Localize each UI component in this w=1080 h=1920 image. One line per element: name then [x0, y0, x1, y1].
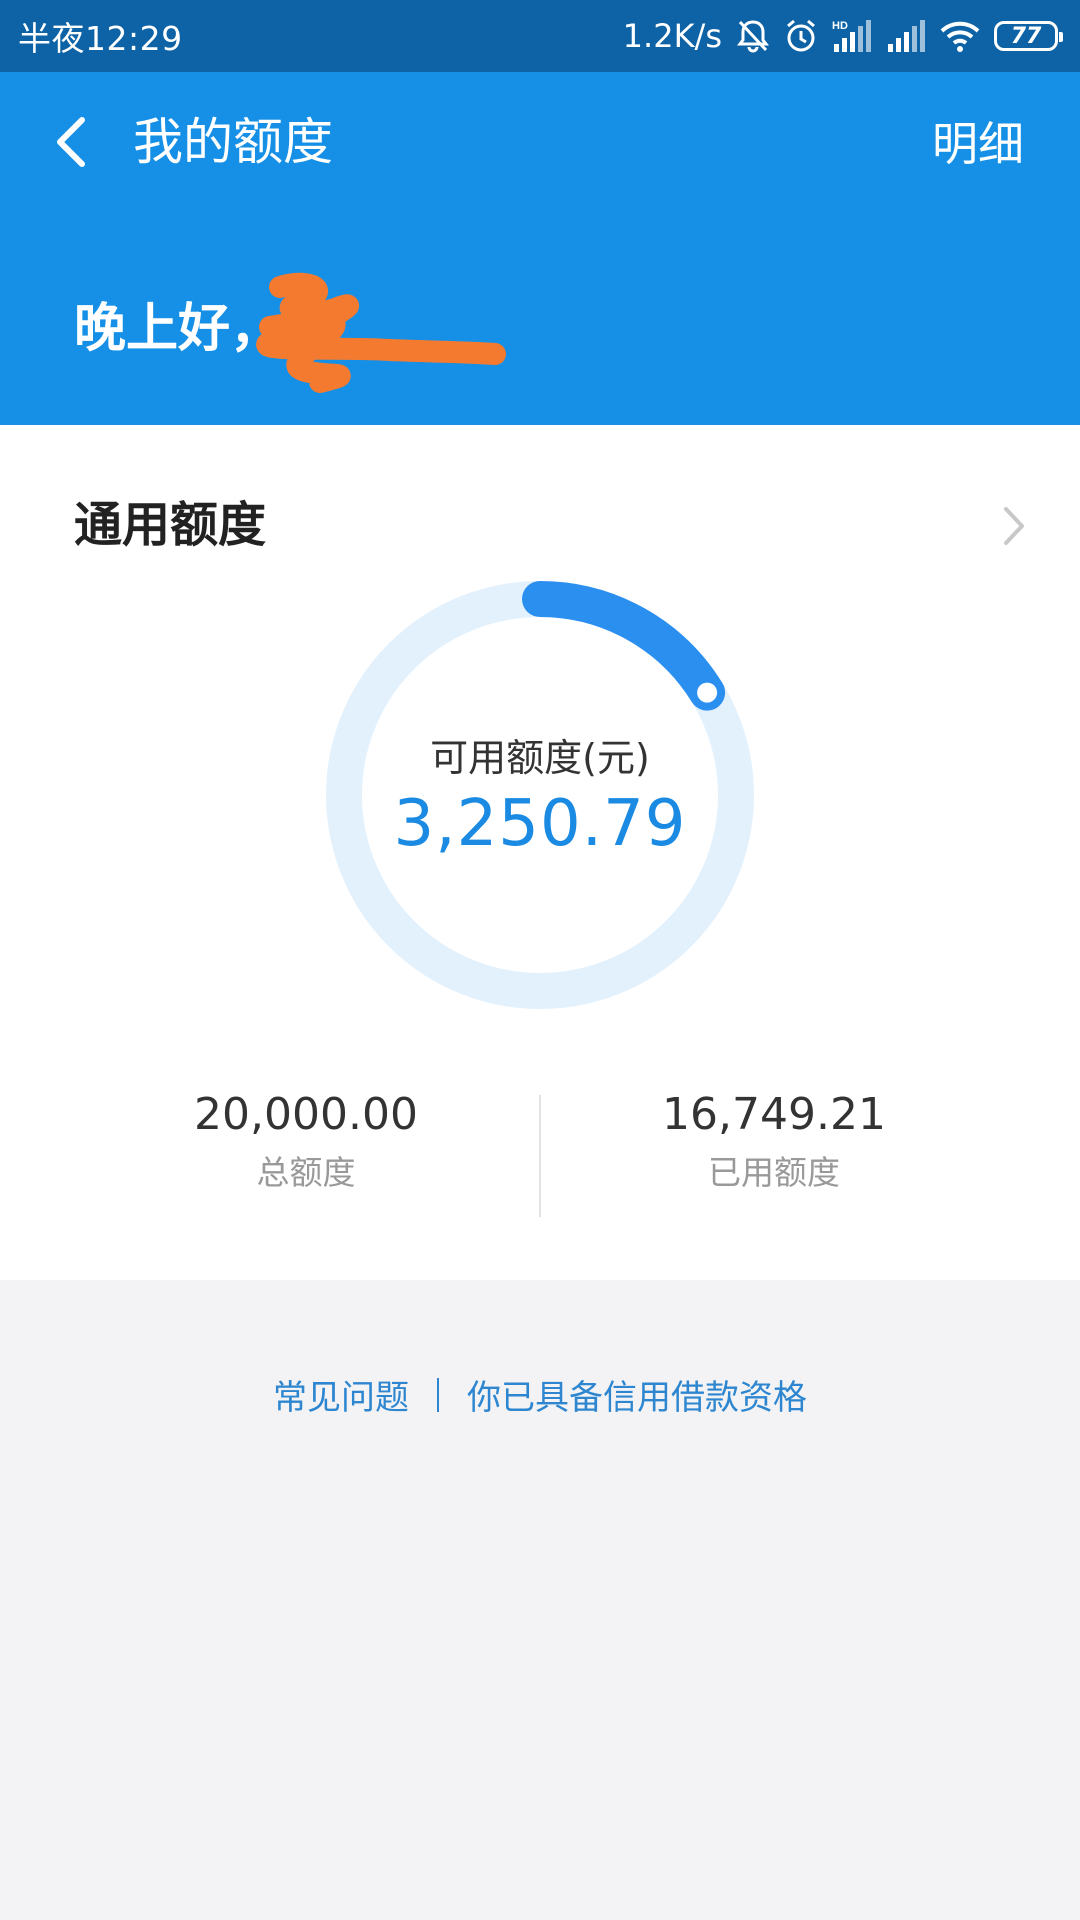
available-value: 3,250.79 — [393, 787, 687, 861]
status-icons: 1.2K/s HD 77 — [622, 17, 1063, 55]
chevron-right-icon[interactable] — [994, 501, 1034, 551]
page-title: 我的额度 — [133, 113, 333, 171]
credit-ring: 可用额度(元) 3,250.79 — [320, 575, 760, 1015]
hd-signal-icon: HD — [832, 18, 872, 54]
total-label: 总额度 — [256, 1153, 356, 1192]
total-value: 20,000.00 — [194, 1089, 418, 1140]
signal-icon — [886, 18, 926, 54]
wifi-icon — [940, 19, 980, 53]
status-time: 半夜12:29 — [18, 19, 183, 58]
status-bar: 半夜12:29 1.2K/s HD 77 — [0, 0, 1080, 72]
used-label: 已用额度 — [708, 1153, 840, 1192]
header: 我的额度 明细 晚上好， — [0, 72, 1080, 425]
credit-card-panel[interactable]: 通用额度 可用额度(元) 3,250.79 20,000.00 总额度 16,7… — [0, 425, 1080, 1280]
screen: 半夜12:29 1.2K/s HD 77 我的额度 明细 晚上好， 通用额度 可… — [0, 0, 1080, 1920]
eligibility-link[interactable]: 你已具备信用借款资格 — [467, 1370, 807, 1419]
detail-button[interactable]: 明细 — [932, 112, 1024, 176]
credit-stats: 20,000.00 总额度 16,749.21 已用额度 — [0, 1085, 1080, 1225]
used-value: 16,749.21 — [662, 1089, 886, 1140]
stats-divider — [539, 1095, 541, 1217]
back-button[interactable] — [40, 110, 104, 174]
card-title: 通用额度 — [74, 497, 267, 553]
total-credit: 20,000.00 总额度 — [156, 1085, 456, 1201]
bell-muted-icon — [736, 18, 770, 54]
network-speed: 1.2K/s — [622, 17, 722, 55]
redaction-scribble — [256, 272, 506, 393]
back-arrow-icon — [57, 117, 85, 167]
alarm-icon — [784, 18, 818, 54]
used-credit: 16,749.21 已用额度 — [624, 1085, 924, 1201]
footer-links: 常见问题 你已具备信用借款资格 — [0, 1370, 1080, 1419]
faq-link[interactable]: 常见问题 — [273, 1370, 409, 1419]
ring-progress-arc — [522, 581, 726, 711]
footer-separator — [437, 1377, 439, 1412]
available-label: 可用额度(元) — [430, 736, 650, 780]
svg-text:HD: HD — [832, 20, 848, 32]
ring-progress-knob — [697, 682, 718, 703]
battery-icon: 77 — [994, 21, 1063, 51]
